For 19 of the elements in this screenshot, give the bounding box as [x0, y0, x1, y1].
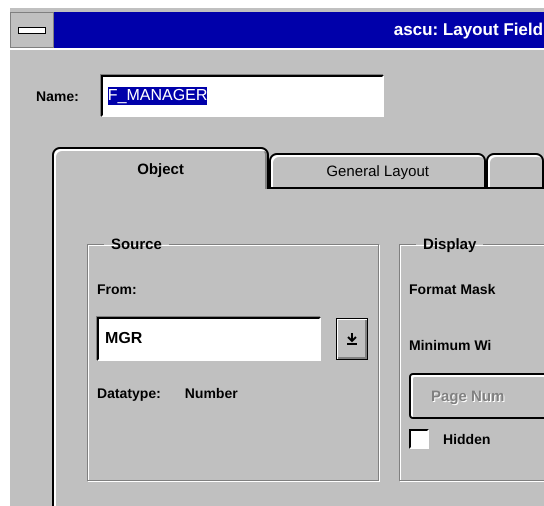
- window-title: ascu: Layout Field: [394, 20, 544, 40]
- name-field[interactable]: F_MANAGER: [100, 75, 384, 117]
- dropdown-button[interactable]: [336, 318, 368, 360]
- system-menu-button[interactable]: [10, 12, 54, 48]
- datatype-label: Datatype:: [97, 385, 161, 401]
- group-title: Source: [110, 236, 163, 253]
- tab[interactable]: [486, 153, 544, 189]
- group-title: Display: [422, 236, 478, 253]
- from-label: From:: [97, 281, 138, 297]
- minimum-width-label: Minimum Wi: [409, 337, 492, 353]
- datatype-value: Number: [184, 385, 238, 401]
- tab[interactable]: General Layout: [269, 153, 486, 189]
- down-arrow-icon: [346, 332, 358, 346]
- hidden-checkbox[interactable]: [409, 429, 429, 449]
- format-mask-label: Format Mask: [409, 281, 496, 297]
- tab[interactable]: Object: [52, 147, 270, 189]
- hidden-label: Hidden: [443, 431, 490, 447]
- name-label: Name:: [36, 88, 79, 104]
- from-field[interactable]: MGR: [97, 317, 321, 361]
